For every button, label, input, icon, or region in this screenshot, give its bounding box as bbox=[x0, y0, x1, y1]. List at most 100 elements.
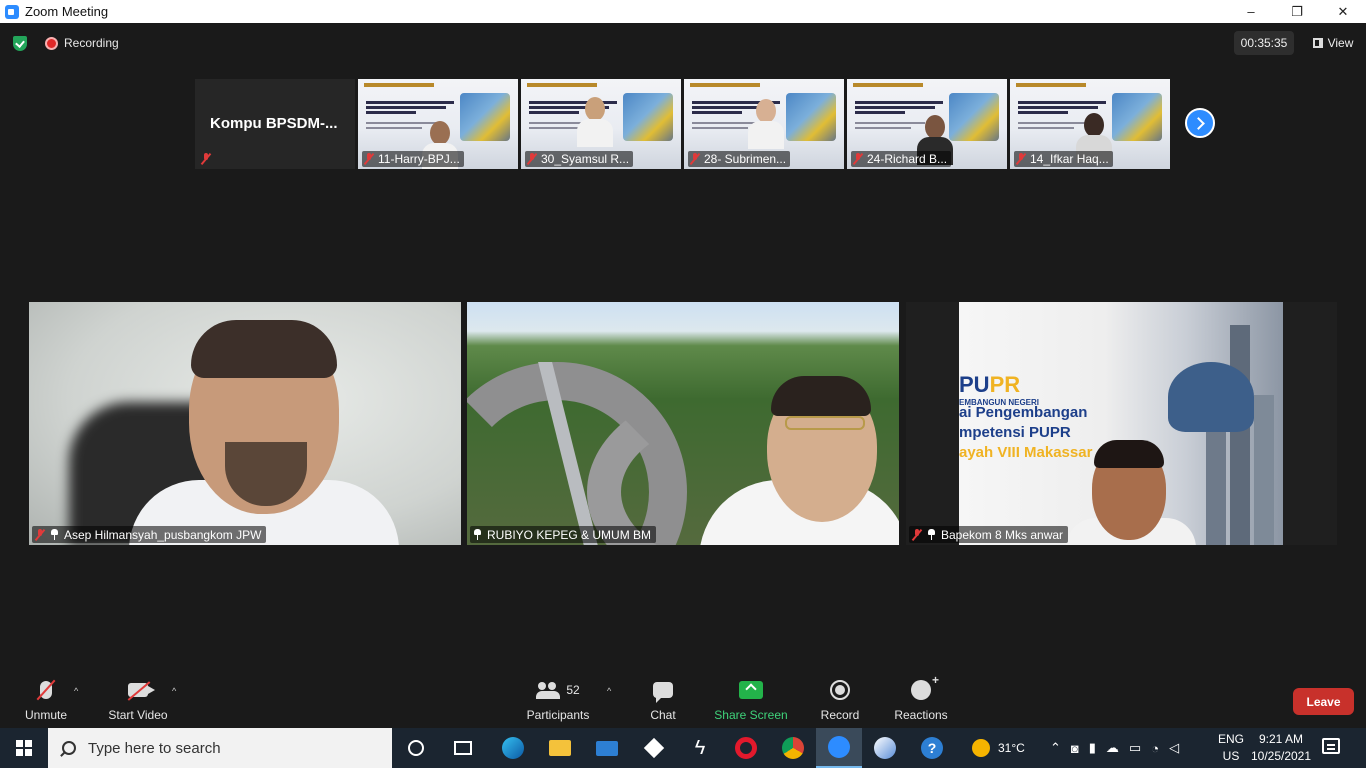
unmute-button[interactable]: Unmute bbox=[20, 674, 72, 728]
mic-muted-icon bbox=[912, 528, 922, 541]
pin-icon bbox=[50, 529, 59, 540]
close-button[interactable]: ✕ bbox=[1320, 0, 1366, 23]
dropbox-app[interactable] bbox=[631, 728, 677, 768]
dropbox-icon bbox=[643, 737, 665, 759]
mic-muted-icon bbox=[527, 153, 537, 165]
video-tile[interactable]: Asep Hilmansyah_pusbangkom JPW bbox=[29, 302, 461, 545]
notifications-icon[interactable] bbox=[1322, 738, 1340, 754]
participant-thumbnail[interactable]: 11-Harry-BPJ... bbox=[358, 79, 518, 169]
participant-name: 24-Richard B... bbox=[867, 152, 948, 166]
opera-app[interactable] bbox=[723, 728, 769, 768]
cortana-icon bbox=[408, 740, 424, 756]
participant-hair bbox=[191, 320, 337, 378]
record-button[interactable]: Record bbox=[816, 674, 864, 728]
leave-button[interactable]: Leave bbox=[1293, 688, 1354, 715]
view-button[interactable]: View bbox=[1304, 31, 1362, 55]
task-view-icon bbox=[454, 741, 472, 755]
participant-thumbnail[interactable]: 24-Richard B... bbox=[847, 79, 1007, 169]
maximize-button[interactable]: ❐ bbox=[1274, 0, 1320, 23]
opera-icon bbox=[735, 737, 757, 759]
volume-icon[interactable]: ◁ bbox=[1169, 740, 1179, 756]
weather-temperature: 31°C bbox=[998, 741, 1025, 755]
participant-thumbnail[interactable]: 30_Syamsul R... bbox=[521, 79, 681, 169]
language-indicator[interactable]: ENG US bbox=[1216, 731, 1246, 765]
wifi-icon[interactable]: ◔ bbox=[1151, 741, 1159, 756]
file-explorer-app[interactable] bbox=[537, 728, 583, 768]
tray-overflow-icon[interactable]: ⌃ bbox=[1050, 740, 1061, 756]
folder-icon bbox=[549, 740, 571, 756]
security-shield-icon[interactable] bbox=[13, 36, 27, 51]
view-label: View bbox=[1327, 36, 1354, 50]
chrome-app[interactable] bbox=[770, 728, 816, 768]
onedrive-icon[interactable]: ☁ bbox=[1106, 740, 1119, 756]
participant-name: 30_Syamsul R... bbox=[541, 152, 630, 166]
task-view-button[interactable] bbox=[440, 728, 486, 768]
chat-bubble-icon bbox=[653, 682, 673, 703]
participant-name: RUBIYO KEPEG & UMUM BM bbox=[487, 527, 652, 542]
pin-icon bbox=[473, 529, 482, 540]
meeting-toolbar: Unmute ^ Start Video ^ 52 Participants ^… bbox=[0, 673, 1366, 728]
language-code: ENG bbox=[1217, 732, 1244, 746]
mic-muted-icon bbox=[35, 528, 45, 541]
video-tile[interactable]: RUBIYO KEPEG & UMUM BM bbox=[467, 302, 899, 545]
taskbar-search[interactable]: Type here to search bbox=[48, 728, 392, 768]
mic-muted-icon bbox=[201, 153, 211, 165]
mail-icon bbox=[596, 740, 618, 756]
mic-muted-icon bbox=[690, 153, 700, 165]
participant-thumbnail[interactable]: 28- Subrimen... bbox=[684, 79, 844, 169]
clock-date: 10/25/2021 bbox=[1250, 749, 1312, 763]
minimize-button[interactable]: – bbox=[1228, 0, 1274, 23]
participants-icon bbox=[536, 682, 561, 699]
battery-icon[interactable]: ▭ bbox=[1129, 740, 1141, 756]
start-button[interactable] bbox=[0, 728, 48, 768]
participant-name: Asep Hilmansyah_pusbangkom JPW bbox=[64, 527, 262, 542]
lightning-app[interactable]: ϟ bbox=[677, 728, 723, 768]
system-tray: ⌃ ◙ ▮ ☁ ▭ ◔ ◁ bbox=[1050, 728, 1179, 768]
record-icon bbox=[830, 680, 850, 700]
windows-taskbar: Type here to search ϟ ? 31°C ⌃ ◙ ▮ ☁ ▭ ◔… bbox=[0, 728, 1366, 768]
pin-icon bbox=[927, 529, 936, 540]
participants-count: 52 bbox=[566, 683, 580, 697]
participant-name: 11-Harry-BPJ... bbox=[378, 152, 460, 166]
share-screen-button[interactable]: Share Screen bbox=[712, 674, 790, 728]
video-tile[interactable]: PUPR EMBANGUN NEGERI ai Pengembangan mpe… bbox=[906, 302, 1337, 545]
cortana-button[interactable] bbox=[393, 728, 439, 768]
recording-dot-icon bbox=[45, 37, 58, 50]
windows-logo-icon bbox=[16, 740, 32, 756]
microphone-tray-icon[interactable]: ▮ bbox=[1089, 740, 1096, 756]
search-icon bbox=[62, 741, 76, 755]
paint-icon bbox=[874, 737, 896, 759]
camera-tray-icon[interactable]: ◙ bbox=[1071, 741, 1079, 756]
view-grid-icon bbox=[1312, 38, 1323, 48]
video-tile-label: Bapekom 8 Mks anwar bbox=[909, 526, 1069, 543]
participant-thumbnail[interactable]: 14_Ifkar Haq... bbox=[1010, 79, 1170, 169]
building-shape bbox=[1230, 325, 1250, 545]
mail-app[interactable] bbox=[584, 728, 630, 768]
participant-thumbnail[interactable]: Kompu BPSDM-... bbox=[195, 79, 355, 169]
help-app[interactable]: ? bbox=[909, 728, 955, 768]
audio-options-caret[interactable]: ^ bbox=[74, 686, 84, 696]
edge-icon bbox=[502, 737, 524, 759]
mic-muted-icon bbox=[1016, 153, 1026, 165]
weather-widget[interactable]: 31°C bbox=[972, 728, 1025, 768]
zoom-app[interactable] bbox=[816, 728, 862, 768]
zoom-icon bbox=[828, 736, 850, 758]
chat-label: Chat bbox=[650, 708, 676, 722]
chat-button[interactable]: Chat bbox=[642, 674, 684, 728]
edge-app[interactable] bbox=[490, 728, 536, 768]
mic-muted-icon bbox=[853, 153, 863, 165]
video-options-caret[interactable]: ^ bbox=[172, 686, 182, 696]
paint-app[interactable] bbox=[862, 728, 908, 768]
microphone-muted-icon bbox=[40, 681, 52, 699]
next-page-button[interactable] bbox=[1185, 108, 1215, 138]
video-tile-label: Asep Hilmansyah_pusbangkom JPW bbox=[32, 526, 267, 543]
participant-hair bbox=[771, 376, 871, 416]
taskbar-clock[interactable]: 9:21 AM 10/25/2021 bbox=[1250, 731, 1312, 765]
participant-name-large: Kompu BPSDM-... bbox=[210, 115, 338, 132]
start-video-button[interactable]: Start Video bbox=[104, 674, 172, 728]
start-video-label: Start Video bbox=[108, 708, 168, 722]
participants-options-caret[interactable]: ^ bbox=[607, 686, 617, 696]
help-icon: ? bbox=[921, 737, 943, 759]
reactions-button[interactable]: Reactions bbox=[892, 673, 950, 728]
participants-button[interactable]: 52 Participants bbox=[522, 674, 594, 728]
